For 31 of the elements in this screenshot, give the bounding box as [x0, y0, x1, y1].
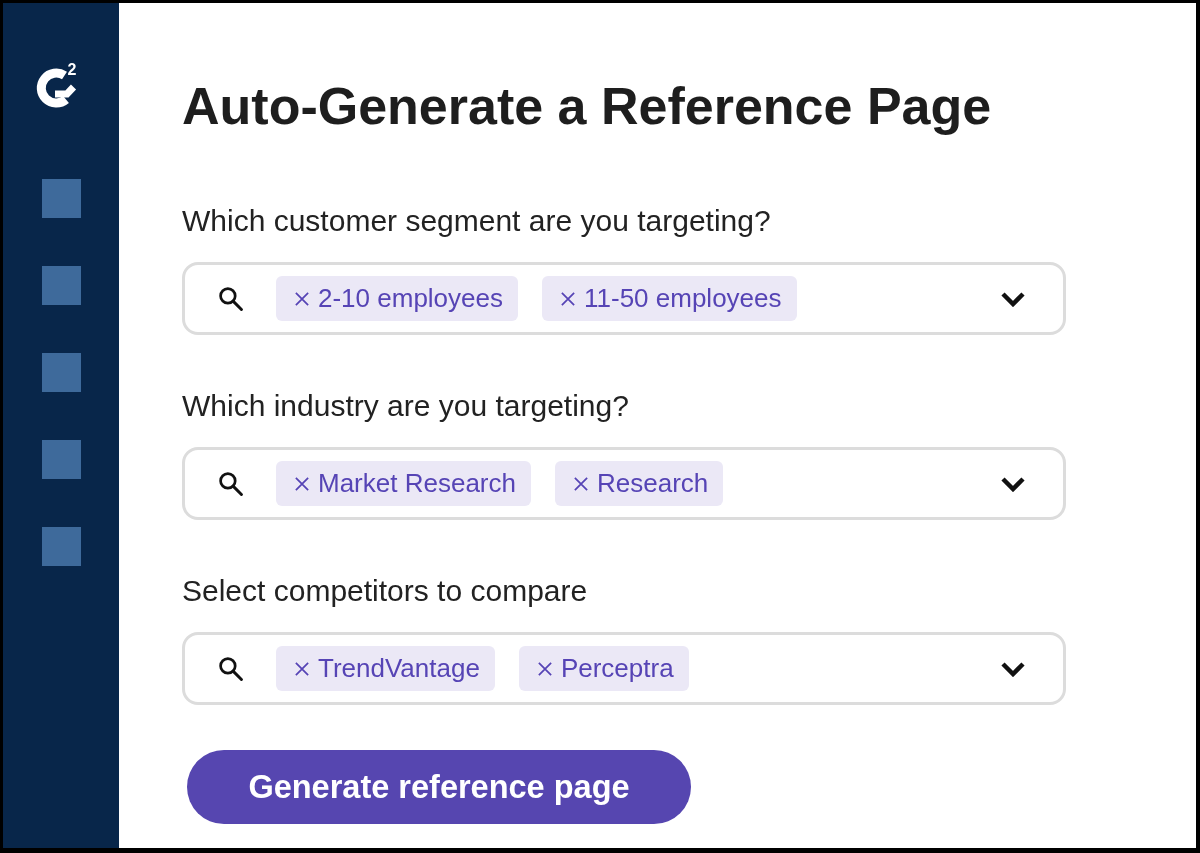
nav-square-icon[interactable] [41, 353, 81, 392]
nav-square-icon[interactable] [41, 440, 81, 479]
remove-icon[interactable] [537, 661, 552, 676]
filter-chip[interactable]: TrendVantage [276, 646, 495, 691]
chevron-down-icon[interactable] [1000, 475, 1026, 492]
remove-icon[interactable] [295, 661, 309, 676]
remove-icon[interactable] [573, 476, 588, 491]
filter-chip[interactable]: Perceptra [518, 646, 689, 691]
remove-icon[interactable] [295, 291, 309, 306]
nav-square-icon[interactable] [41, 266, 81, 305]
search-icon [218, 656, 243, 681]
chevron-down-icon[interactable] [1000, 290, 1026, 307]
nav-square-icon[interactable] [41, 179, 81, 218]
search-icon [218, 286, 243, 311]
filter-chip[interactable]: Market Research [276, 461, 531, 506]
multi-select-field[interactable]: Market Research Research [182, 447, 1066, 520]
generate-button[interactable]: Generate reference page [187, 750, 691, 824]
filter-chip[interactable]: 2-10 employees [276, 276, 518, 321]
field-label: Which industry are you targeting? [182, 389, 629, 423]
filter-chip[interactable]: Research [554, 461, 724, 506]
chevron-down-icon[interactable] [1000, 660, 1026, 677]
nav-square-icon[interactable] [41, 527, 81, 566]
multi-select-field[interactable]: 2-10 employees 11-50 employees [182, 262, 1066, 335]
page-title: Auto-Generate a Reference Page [182, 78, 992, 134]
remove-icon[interactable] [561, 291, 575, 306]
remove-icon[interactable] [295, 476, 309, 491]
search-icon [218, 471, 243, 496]
multi-select-field[interactable]: TrendVantage Perceptra [182, 632, 1066, 705]
filter-chip[interactable]: 11-50 employees [542, 276, 797, 321]
field-label: Which customer segment are you targeting? [182, 204, 771, 238]
field-label: Select competitors to compare [182, 574, 588, 608]
